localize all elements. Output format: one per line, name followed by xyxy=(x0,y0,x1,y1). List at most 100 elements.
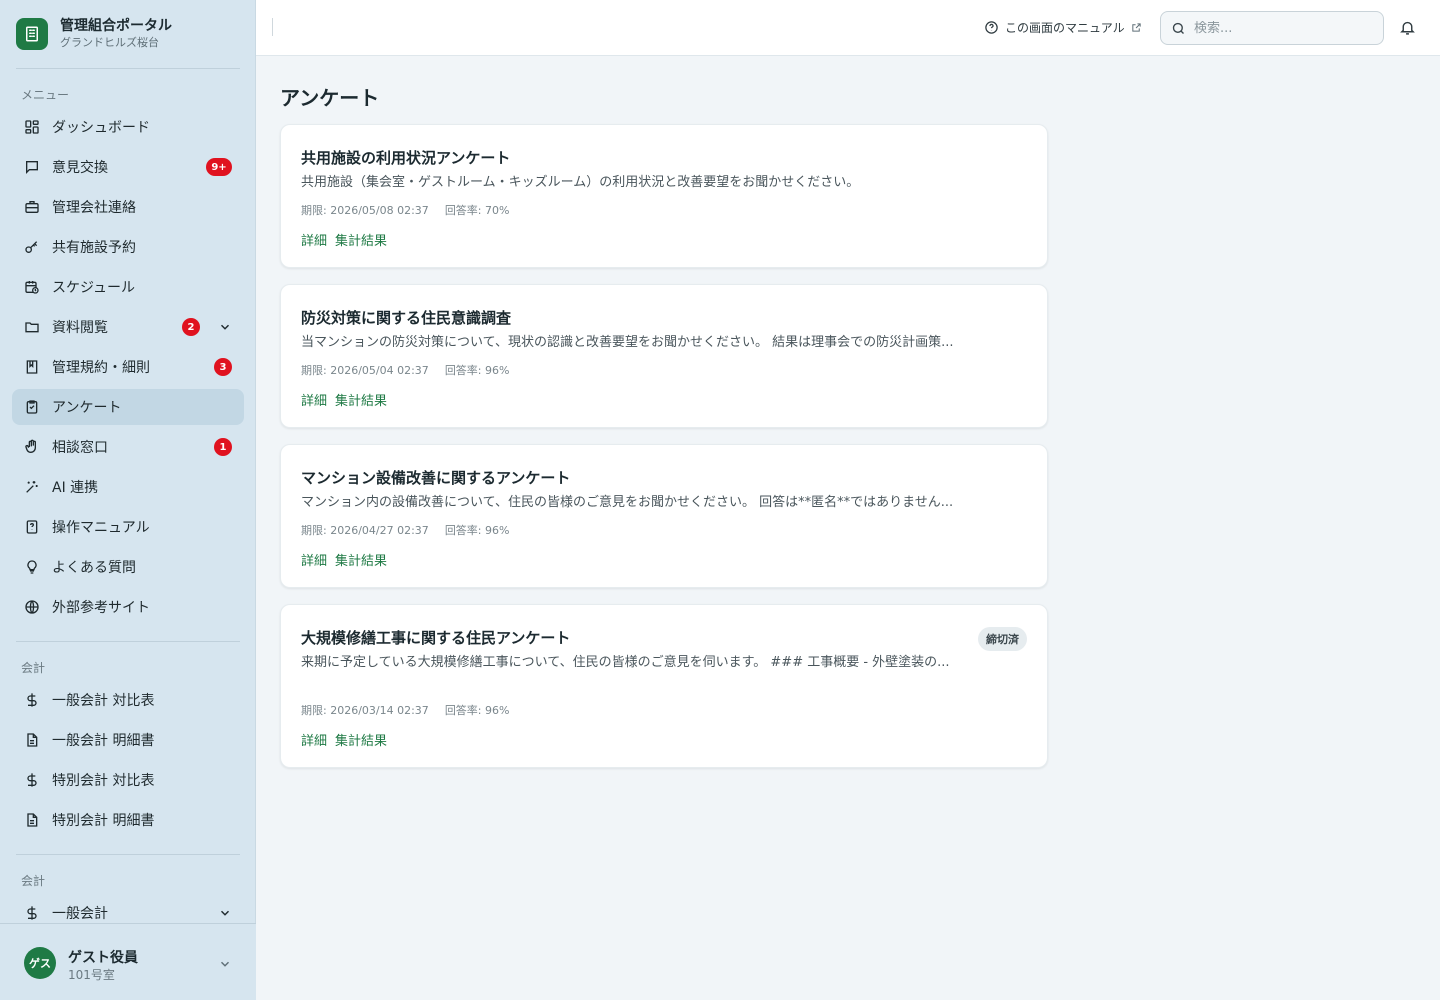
user-menu[interactable]: ゲス ゲスト役員 101号室 xyxy=(0,923,256,1000)
survey-actions: 詳細 集計結果 xyxy=(301,230,387,249)
sidebar-item-label: 一般会計 明細書 xyxy=(52,733,155,749)
help-circle-icon xyxy=(984,20,999,35)
user-name: ゲスト役員 xyxy=(68,950,138,966)
sidebar-item-survey[interactable]: アンケート xyxy=(12,389,244,425)
folder-icon xyxy=(24,319,40,335)
sidebar-item-manual[interactable]: 操作マニュアル xyxy=(12,509,244,545)
dollar-icon xyxy=(24,905,40,921)
survey-response-rate: 回答率: 96% xyxy=(444,524,510,537)
sidebar-item-documents[interactable]: 資料閲覧 2 xyxy=(12,309,244,345)
survey-meta: 期限: 2026/04/27 02:37 回答率: 96% xyxy=(301,522,509,538)
sparkle-icon xyxy=(24,479,40,495)
sidebar-item-label: 一般会計 xyxy=(52,906,108,922)
survey-title: 共用施設の利用状況アンケート xyxy=(301,149,511,167)
sidebar-item-label: よくある質問 xyxy=(52,560,136,576)
document-icon xyxy=(24,732,40,748)
brand-subtitle: グランドヒルズ桜台 xyxy=(60,36,159,49)
survey-response-rate: 回答率: 96% xyxy=(444,704,510,717)
survey-meta: 期限: 2026/05/04 02:37 回答率: 96% xyxy=(301,362,509,378)
bell-icon[interactable] xyxy=(1399,19,1417,37)
search-box[interactable] xyxy=(1160,11,1384,45)
search-input[interactable] xyxy=(1194,20,1374,36)
user-room: 101号室 xyxy=(68,968,115,982)
search-icon xyxy=(1171,21,1186,36)
avatar: ゲス xyxy=(24,947,56,979)
chevron-down-icon[interactable] xyxy=(218,957,232,971)
brand-title: 管理組合ポータル xyxy=(60,18,172,34)
calendar-clock-icon xyxy=(24,279,40,295)
survey-deadline: 期限: 2026/04/27 02:37 xyxy=(301,524,429,537)
manual-icon xyxy=(24,519,40,535)
sidebar-item-label: ダッシュボード xyxy=(52,120,150,136)
notification-badge: 2 xyxy=(182,318,200,336)
sidebar-item-consultation[interactable]: 相談窓口 1 xyxy=(12,429,244,465)
sidebar-item-management-contact[interactable]: 管理会社連絡 xyxy=(12,189,244,225)
chevron-down-icon[interactable] xyxy=(218,320,232,334)
results-link[interactable]: 集計結果 xyxy=(335,730,387,749)
screen-manual-link[interactable]: この画面のマニュアル xyxy=(984,19,1142,36)
detail-link[interactable]: 詳細 xyxy=(301,390,327,409)
survey-deadline: 期限: 2026/05/08 02:37 xyxy=(301,204,429,217)
survey-meta: 期限: 2026/03/14 02:37 回答率: 96% xyxy=(301,702,509,718)
notification-badge: 3 xyxy=(214,358,232,376)
chevron-down-icon[interactable] xyxy=(218,906,232,920)
sidebar-item-external-sites[interactable]: 外部参考サイト xyxy=(12,589,244,625)
detail-link[interactable]: 詳細 xyxy=(301,230,327,249)
sidebar-item-special-comparison[interactable]: 特別会計 対比表 xyxy=(12,762,244,798)
dollar-icon xyxy=(24,772,40,788)
screen-manual-label: この画面のマニュアル xyxy=(1005,21,1125,35)
survey-deadline: 期限: 2026/05/04 02:37 xyxy=(301,364,429,377)
results-link[interactable]: 集計結果 xyxy=(335,230,387,249)
sidebar-item-bylaws[interactable]: 管理規約・細則 3 xyxy=(12,349,244,385)
sidebar-item-general-statement[interactable]: 一般会計 明細書 xyxy=(12,722,244,758)
detail-link[interactable]: 詳細 xyxy=(301,730,327,749)
sidebar-item-label: スケジュール xyxy=(52,280,136,296)
lightbulb-icon xyxy=(24,559,40,575)
dollar-icon xyxy=(24,692,40,708)
sidebar-item-label: 操作マニュアル xyxy=(52,520,150,536)
sidebar-item-label: アンケート xyxy=(52,400,122,416)
document-icon xyxy=(24,812,40,828)
sidebar-item-label: 管理規約・細則 xyxy=(52,360,150,376)
sidebar-item-ai[interactable]: AI 連携 xyxy=(12,469,244,505)
sidebar-item-label: AI 連携 xyxy=(52,480,99,496)
sidebar-item-faq[interactable]: よくある質問 xyxy=(12,549,244,585)
brand[interactable]: 管理組合ポータル グランドヒルズ桜台 xyxy=(16,17,172,50)
survey-response-rate: 回答率: 96% xyxy=(444,364,510,377)
briefcase-icon xyxy=(24,199,40,215)
survey-deadline: 期限: 2026/03/14 02:37 xyxy=(301,704,429,717)
sidebar-item-discussion[interactable]: 意見交換 9+ xyxy=(12,149,244,185)
sidebar-item-label: 共有施設予約 xyxy=(52,240,136,256)
survey-description: 来期に予定している大規模修繕工事について、住民の皆様のご意見を伺います。 ###… xyxy=(301,655,950,670)
sidebar-item-general-comparison[interactable]: 一般会計 対比表 xyxy=(12,682,244,718)
results-link[interactable]: 集計結果 xyxy=(335,550,387,569)
survey-description: 共用施設（集会室・ゲストルーム・キッズルーム）の利用状況と改善要望をお聞かせくだ… xyxy=(301,175,860,190)
sidebar-item-dashboard[interactable]: ダッシュボード xyxy=(12,109,244,145)
sidebar-item-schedule[interactable]: スケジュール xyxy=(12,269,244,305)
survey-response-rate: 回答率: 70% xyxy=(444,204,510,217)
accounting2-section-label: 会計 xyxy=(21,874,46,888)
clipboard-icon xyxy=(24,399,40,415)
survey-actions: 詳細 集計結果 xyxy=(301,390,387,409)
divider xyxy=(272,18,273,36)
menu-section-label: メニュー xyxy=(21,88,70,102)
dashboard-icon xyxy=(24,119,40,135)
survey-card: 大規模修繕工事に関する住民アンケート 締切済 来期に予定している大規模修繕工事に… xyxy=(280,604,1048,768)
survey-card: 防災対策に関する住民意識調査 当マンションの防災対策について、現状の認識と改善要… xyxy=(280,284,1048,428)
sidebar-item-label: 資料閲覧 xyxy=(52,320,108,336)
book-icon xyxy=(24,359,40,375)
sidebar-item-label: 外部参考サイト xyxy=(52,600,150,616)
detail-link[interactable]: 詳細 xyxy=(301,550,327,569)
survey-card: 共用施設の利用状況アンケート 共用施設（集会室・ゲストルーム・キッズルーム）の利… xyxy=(280,124,1048,268)
sidebar-item-special-statement[interactable]: 特別会計 明細書 xyxy=(12,802,244,838)
globe-icon xyxy=(24,599,40,615)
external-link-icon xyxy=(1131,22,1142,33)
survey-card: マンション設備改善に関するアンケート マンション内の設備改善について、住民の皆様… xyxy=(280,444,1048,588)
survey-actions: 詳細 集計結果 xyxy=(301,550,387,569)
notification-badge: 9+ xyxy=(206,158,232,176)
divider xyxy=(16,68,240,69)
survey-title: マンション設備改善に関するアンケート xyxy=(301,469,571,487)
sidebar: 管理組合ポータル グランドヒルズ桜台 メニュー ダッシュボード 意見交換 9+ … xyxy=(0,0,256,1000)
results-link[interactable]: 集計結果 xyxy=(335,390,387,409)
sidebar-item-facility-booking[interactable]: 共有施設予約 xyxy=(12,229,244,265)
